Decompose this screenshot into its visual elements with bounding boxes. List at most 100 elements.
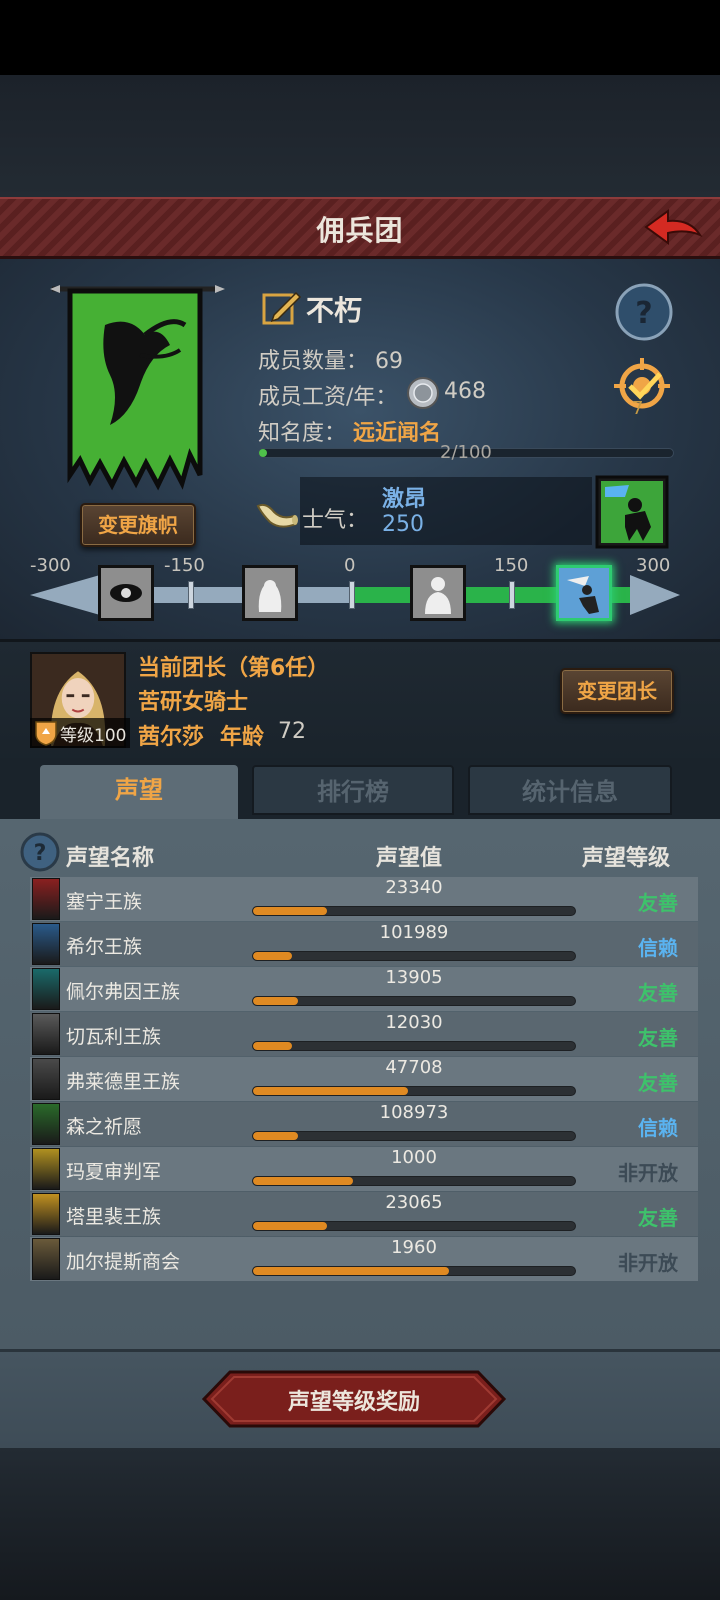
tab-reputation[interactable]: 声望 [40,765,238,821]
faction-progress-bar [252,1176,576,1186]
faction-progress-fill [253,1132,299,1140]
faction-name: 塞宁王族 [66,891,143,913]
members-line: 成员数量： 69 [258,343,403,375]
scale-label: 150 [494,555,529,576]
faction-progress-fill [253,1222,328,1230]
faction-name: 希尔王族 [66,936,143,958]
reputation-row[interactable]: 佩尔弗因王族 13905 友善 [30,967,698,1011]
svg-text:?: ? [635,296,652,331]
leader-title: 当前团长（第6任） [138,656,330,681]
scale-label: -300 [30,555,71,576]
scale-arrow-right [630,575,680,615]
scale-tick [349,581,355,609]
faction-name: 森之祈愿 [66,1116,143,1138]
scale-track [100,581,630,609]
top-backdrop [0,75,720,197]
faction-reputation-value: 1000 [391,1147,437,1168]
morale-scale: -300 -150 0 150 300 [30,555,680,633]
faction-reputation-level: 友善 [638,981,678,1005]
faction-emblem-icon [32,1013,60,1055]
scale-label: -150 [164,555,205,576]
morale-calm-icon [410,565,466,621]
faction-progress-bar [252,996,576,1006]
column-header-value: 声望值 [376,846,443,871]
faction-reputation-level: 友善 [638,1026,678,1050]
morale-high-icon [556,565,612,621]
morale-state: 激昂 [382,487,427,512]
leader-age-label: 年龄 [220,725,265,750]
faction-reputation-value: 23065 [385,1192,443,1213]
reputation-row[interactable]: 塔里裴王族 23065 友善 [30,1192,698,1236]
fame-progress-fill [259,449,268,457]
faction-reputation-level: 友善 [638,1206,678,1230]
reputation-row[interactable]: 塞宁王族 23340 友善 [30,877,698,921]
reputation-reward-label[interactable]: 声望等级奖励 [202,1384,506,1416]
reputation-row[interactable]: 玛夏审判军 1000 非开放 [30,1147,698,1191]
faction-progress-bar [252,1266,576,1276]
guild-name: 不朽 [306,294,363,327]
morale-value: 250 [382,512,424,537]
faction-name: 塔里裴王族 [66,1206,162,1228]
reputation-row[interactable]: 弗莱德里王族 47708 友善 [30,1057,698,1101]
bottom-backdrop [0,1448,720,1600]
tab-leaderboard[interactable]: 排行榜 [252,765,454,815]
faction-emblem-icon [32,968,60,1010]
back-arrow-icon[interactable] [642,205,704,253]
change-banner-button[interactable]: 变更旗帜 [80,503,196,547]
scale-label: 300 [636,555,671,576]
reputation-row[interactable]: 加尔提斯商会 1960 非开放 [30,1237,698,1281]
reputation-help-icon[interactable]: ? [20,832,60,872]
horn-icon [256,503,298,528]
fame-progress-text: 2/100 [440,442,492,463]
scale-tick [509,581,515,609]
faction-reputation-value: 47708 [385,1057,443,1078]
leader-name: 茜尔莎 [138,725,205,750]
scale-arrow-left [30,575,100,615]
scale-label: 0 [344,555,356,576]
faction-emblem-icon [32,1238,60,1280]
faction-emblem-icon [32,923,60,965]
page-title: 佣兵团 [316,214,404,247]
reputation-row[interactable]: 切瓦利王族 12030 友善 [30,1012,698,1056]
faction-emblem-icon [32,878,60,920]
reputation-row[interactable]: 森之祈愿 108973 信赖 [30,1102,698,1146]
svg-text:?: ? [34,841,47,866]
scale-tick [188,581,194,609]
faction-progress-fill [253,1042,292,1050]
faction-progress-bar [252,1221,576,1231]
faction-progress-fill [253,1087,408,1095]
column-header-level: 声望等级 [582,846,671,871]
faction-reputation-level: 友善 [638,1071,678,1095]
morale-status-icon [595,475,669,549]
faction-reputation-level: 信赖 [638,936,678,960]
faction-reputation-level: 非开放 [618,1161,678,1185]
faction-progress-fill [253,997,299,1005]
faction-emblem-icon [32,1103,60,1145]
faction-progress-fill [253,1177,353,1185]
faction-reputation-value: 101989 [379,922,449,943]
title-bar: 佣兵团 [0,197,720,259]
faction-emblem-icon [32,1148,60,1190]
faction-reputation-value: 1960 [391,1237,437,1258]
faction-name: 弗莱德里王族 [66,1071,181,1093]
tab-statistics[interactable]: 统计信息 [468,765,672,815]
morale-despair-icon [98,565,154,621]
faction-reputation-value: 13905 [385,967,443,988]
change-leader-button[interactable]: 变更团长 [560,668,674,714]
faction-reputation-level: 友善 [638,891,678,915]
leader-age: 72 [278,719,306,744]
wage-value: 468 [444,379,486,404]
members-value: 69 [375,349,404,374]
faction-progress-bar [252,1041,576,1051]
edit-name-icon[interactable] [262,287,302,327]
faction-name: 佩尔弗因王族 [66,981,181,1003]
leader-level: 等级100 [60,726,127,746]
morale-label: 士气： [302,508,369,533]
faction-name: 加尔提斯商会 [66,1251,181,1273]
level-shield-icon [35,721,57,746]
help-icon[interactable]: ? [614,282,674,342]
faction-emblem-icon [32,1193,60,1235]
faction-progress-bar [252,1086,576,1096]
faction-reputation-value: 12030 [385,1012,443,1033]
reputation-row[interactable]: 希尔王族 101989 信赖 [30,922,698,966]
